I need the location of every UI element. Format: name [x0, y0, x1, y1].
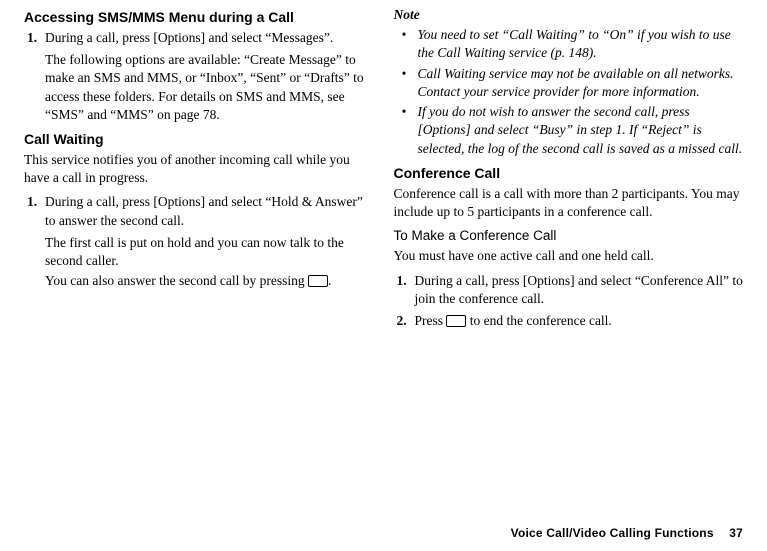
paragraph: Conference call is a call with more than…	[394, 185, 744, 221]
text-fragment: Press	[415, 313, 447, 328]
paragraph: The first call is put on hold and you ca…	[45, 234, 374, 270]
step-number: 1.	[27, 29, 45, 47]
footer-section-title: Voice Call/Video Calling Functions	[511, 526, 714, 540]
step-number: 2.	[397, 312, 415, 330]
text-fragment: to end the conference call.	[466, 313, 611, 328]
list-item: If you do not wish to answer the second …	[408, 103, 744, 158]
footer-page-number: 37	[729, 526, 743, 540]
step-text: During a call, press [Options] and selec…	[415, 272, 744, 308]
list-item: 1. During a call, press [Options] and se…	[24, 193, 374, 229]
page-footer: Voice Call/Video Calling Functions 37	[24, 525, 743, 541]
step-text: During a call, press [Options] and selec…	[45, 29, 374, 47]
paragraph: You can also answer the second call by p…	[45, 272, 374, 290]
note-bullet-list: You need to set “Call Waiting” to “On” i…	[394, 26, 744, 158]
heading-conference-call: Conference Call	[394, 164, 744, 183]
heading-call-waiting: Call Waiting	[24, 130, 374, 149]
text-fragment: .	[328, 273, 331, 288]
step-text: Press to end the conference call.	[415, 312, 744, 330]
list-item: 1. During a call, press [Options] and se…	[394, 272, 744, 308]
paragraph: The following options are available: “Cr…	[45, 51, 374, 124]
list-item: You need to set “Call Waiting” to “On” i…	[408, 26, 744, 62]
paragraph: You must have one active call and one he…	[394, 247, 744, 265]
page: Accessing SMS/MMS Menu during a Call 1. …	[0, 0, 767, 551]
paragraph: This service notifies you of another inc…	[24, 151, 374, 187]
heading-accessing-sms: Accessing SMS/MMS Menu during a Call	[24, 8, 374, 27]
content-columns: Accessing SMS/MMS Menu during a Call 1. …	[24, 6, 743, 525]
paragraph-group: The first call is put on hold and you ca…	[45, 234, 374, 291]
step-text: During a call, press [Options] and selec…	[45, 193, 374, 229]
key-icon	[446, 315, 466, 327]
key-icon	[308, 275, 328, 287]
list-item: 1. During a call, press [Options] and se…	[24, 29, 374, 47]
note-label: Note	[394, 6, 744, 24]
subheading-make-conference: To Make a Conference Call	[394, 227, 744, 245]
text-fragment: You can also answer the second call by p…	[45, 273, 308, 288]
step-number: 1.	[27, 193, 45, 229]
right-column: Note You need to set “Call Waiting” to “…	[394, 6, 744, 525]
list-item: Call Waiting service may not be availabl…	[408, 65, 744, 101]
step-number: 1.	[397, 272, 415, 308]
list-item: 2. Press to end the conference call.	[394, 312, 744, 330]
left-column: Accessing SMS/MMS Menu during a Call 1. …	[24, 6, 374, 525]
